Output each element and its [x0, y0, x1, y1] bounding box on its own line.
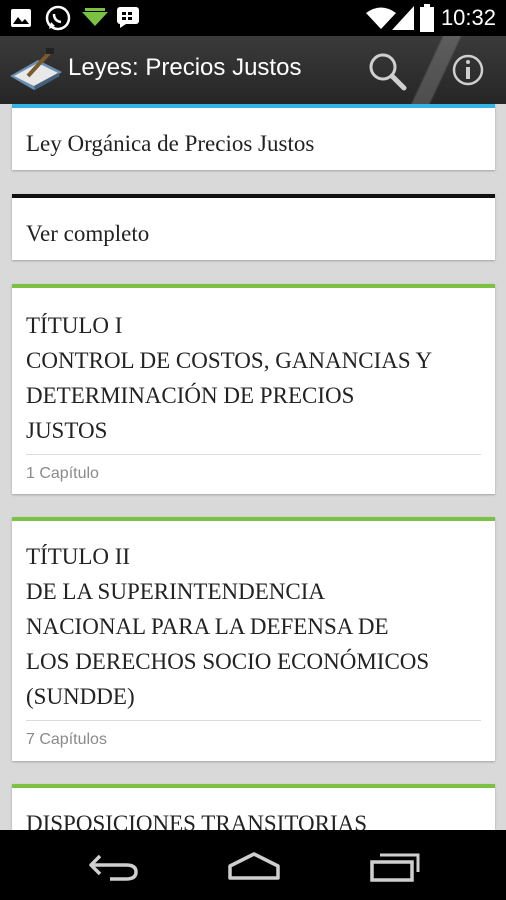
card-titulo-2[interactable]: TÍTULO II DE LA SUPERINTENDENCIA NACIONA…	[12, 517, 495, 761]
back-icon[interactable]	[88, 852, 140, 882]
action-bar: Leyes: Precios Justos	[0, 36, 506, 104]
search-icon[interactable]	[366, 50, 408, 92]
heading-line: DETERMINACIÓN DE PRECIOS	[26, 383, 355, 408]
chapter-count: 1 Capítulo	[26, 465, 99, 482]
heading-line: DE LA SUPERINTENDENCIA	[26, 579, 325, 604]
card-heading: TÍTULO I CONTROL DE COSTOS, GANANCIAS Y …	[12, 288, 495, 448]
signal-icon	[392, 6, 414, 30]
card-title: Ver completo	[26, 221, 150, 246]
card-heading: TÍTULO II DE LA SUPERINTENDENCIA NACIONA…	[12, 521, 495, 714]
download-arrow-icon	[82, 8, 108, 26]
heading-line: LOS DERECHOS SOCIO ECONÓMICOS	[26, 649, 430, 674]
recent-apps-icon[interactable]	[368, 850, 422, 884]
card-heading: DISPOSICIONES TRANSITORIAS	[12, 788, 495, 830]
heading-line: CONTROL DE COSTOS, GANANCIAS Y	[26, 348, 433, 373]
heading-line: NACIONAL PARA LA DEFENSA DE	[26, 614, 389, 639]
card-disposiciones[interactable]: DISPOSICIONES TRANSITORIAS	[12, 784, 495, 830]
heading-line: (SUNDDE)	[26, 684, 135, 709]
content-list[interactable]: Ley Orgánica de Precios Justos Ver compl…	[0, 104, 506, 830]
battery-icon	[420, 4, 434, 32]
clock: 10:32	[440, 5, 496, 30]
status-bar: 10:32	[0, 0, 506, 36]
home-icon[interactable]	[226, 850, 282, 882]
card-titulo-1[interactable]: TÍTULO I CONTROL DE COSTOS, GANANCIAS Y …	[12, 284, 495, 494]
chapter-count: 7 Capítulos	[26, 731, 107, 748]
heading-line: TÍTULO II	[26, 544, 131, 569]
heading-line: JUSTOS	[26, 418, 108, 443]
app-title: Leyes: Precios Justos	[68, 54, 302, 81]
bbm-icon	[117, 7, 139, 28]
card-title: Ley Orgánica de Precios Justos	[26, 131, 315, 156]
app-logo-icon[interactable]	[8, 46, 64, 94]
card-law-name[interactable]: Ley Orgánica de Precios Justos	[12, 104, 495, 170]
card-view-complete[interactable]: Ver completo	[12, 194, 495, 260]
whatsapp-icon	[45, 5, 71, 31]
heading-line: TÍTULO I	[26, 313, 123, 338]
image-icon	[11, 9, 31, 27]
heading-line: DISPOSICIONES TRANSITORIAS	[26, 811, 368, 830]
navigation-bar	[0, 830, 506, 900]
info-icon[interactable]	[450, 52, 486, 88]
